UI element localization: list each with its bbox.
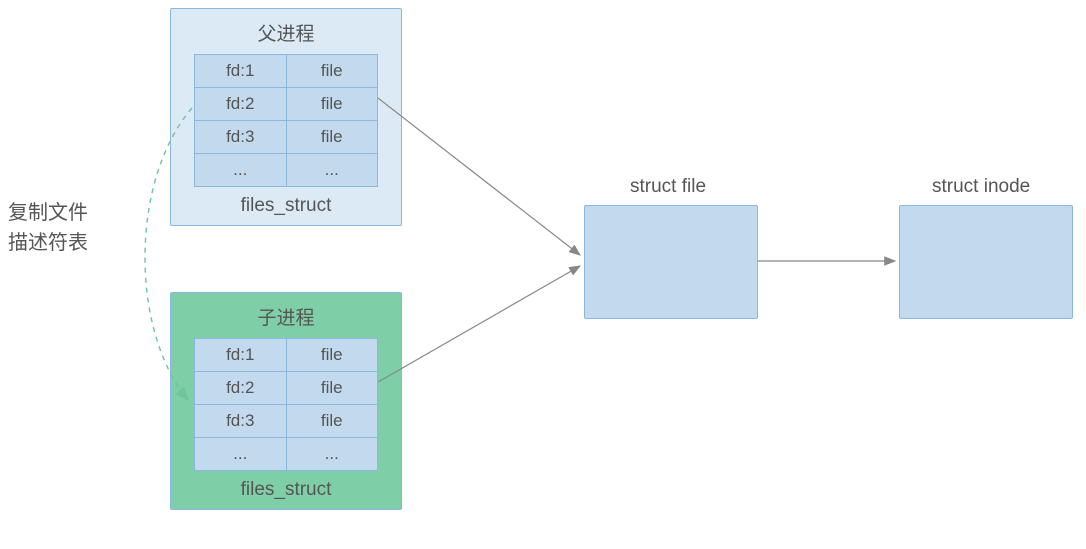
table-row: fd:1 file	[195, 339, 378, 372]
struct-file-label: struct file	[630, 176, 706, 198]
fd-cell: fd:3	[195, 121, 287, 154]
fd-cell: ...	[195, 438, 287, 471]
table-row: ... ...	[195, 154, 378, 187]
parent-process-box: 父进程 fd:1 file fd:2 file fd:3 file ... ..…	[170, 8, 402, 226]
struct-inode-box	[899, 205, 1073, 319]
table-row: fd:1 file	[195, 55, 378, 88]
fd-cell: fd:3	[195, 405, 287, 438]
side-label-line1: 复制文件	[8, 202, 88, 224]
table-row: fd:3 file	[195, 405, 378, 438]
table-row: fd:2 file	[195, 88, 378, 121]
fd-cell: fd:1	[195, 55, 287, 88]
table-row: fd:3 file	[195, 121, 378, 154]
file-cell: file	[286, 55, 378, 88]
fd-cell: ...	[195, 154, 287, 187]
child-title: 子进程	[171, 293, 401, 338]
file-cell: ...	[286, 154, 378, 187]
side-description: 复制文件 描述符表	[8, 198, 88, 258]
arrow-parent-to-file	[378, 98, 580, 255]
parent-fd-table: fd:1 file fd:2 file fd:3 file ... ...	[194, 54, 378, 187]
parent-caption: files_struct	[171, 187, 401, 217]
file-cell: ...	[286, 438, 378, 471]
file-cell: file	[286, 121, 378, 154]
child-process-box: 子进程 fd:1 file fd:2 file fd:3 file ... ..…	[170, 292, 402, 510]
fd-cell: fd:1	[195, 339, 287, 372]
file-cell: file	[286, 405, 378, 438]
table-row: ... ...	[195, 438, 378, 471]
child-fd-table: fd:1 file fd:2 file fd:3 file ... ...	[194, 338, 378, 471]
parent-title: 父进程	[171, 9, 401, 54]
child-caption: files_struct	[171, 471, 401, 501]
fd-cell: fd:2	[195, 88, 287, 121]
file-cell: file	[286, 339, 378, 372]
table-row: fd:2 file	[195, 372, 378, 405]
arrow-child-to-file	[378, 266, 580, 382]
struct-file-box	[584, 205, 758, 319]
struct-inode-label: struct inode	[932, 176, 1030, 198]
file-cell: file	[286, 88, 378, 121]
side-label-line2: 描述符表	[8, 232, 88, 254]
file-cell: file	[286, 372, 378, 405]
fd-cell: fd:2	[195, 372, 287, 405]
